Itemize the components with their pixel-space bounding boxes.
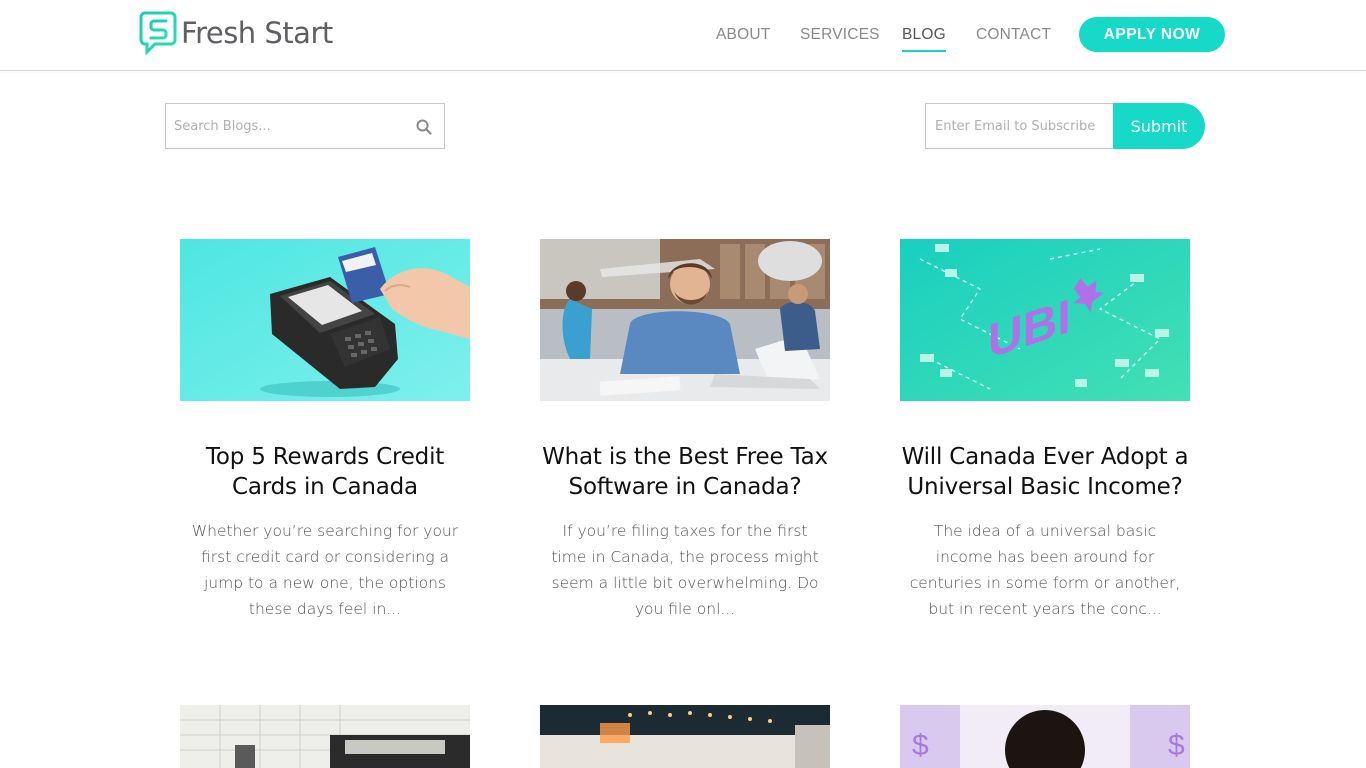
blog-card[interactable]: What is the Best Free Tax Software in Ca… <box>540 239 830 622</box>
dollar-bag-icon: $ <box>1168 729 1185 762</box>
blog-card-title[interactable]: What is the Best Free Tax Software in Ca… <box>540 442 830 502</box>
payment-terminal-image[interactable] <box>180 239 470 401</box>
woman-money-icons-image[interactable]: $ $ <box>900 705 1190 768</box>
blog-card-excerpt: The idea of a universal basic income has… <box>909 522 1181 618</box>
nav-about[interactable]: ABOUT <box>716 26 770 44</box>
ubi-illustration-image[interactable]: UBI <box>900 239 1190 401</box>
nav-contact[interactable]: CONTACT <box>976 26 1051 44</box>
site-header: Fresh Start ABOUT SERVICES BLOG CONTACT … <box>0 0 1366 71</box>
calendar-calculator-image[interactable] <box>180 705 470 768</box>
search-box <box>165 103 445 149</box>
dollar-bag-icon: $ <box>912 729 929 762</box>
search-icon[interactable] <box>416 119 432 135</box>
blog-card-excerpt: Whether you’re searching for your first … <box>191 522 459 618</box>
apply-now-button[interactable]: APPLY NOW <box>1079 17 1225 52</box>
blog-card[interactable]: UBI Will Canada Ever Adopt a Universal B… <box>900 239 1190 622</box>
blog-card-title[interactable]: Top 5 Rewards Credit Cards in Canada <box>180 442 470 502</box>
email-subscribe-input[interactable] <box>926 104 1113 148</box>
blog-card[interactable]: Top 5 Rewards Credit Cards in Canada Whe… <box>180 239 470 622</box>
blog-card-excerpt: If you’re filing taxes for the first tim… <box>551 522 819 618</box>
search-input[interactable] <box>166 104 406 148</box>
nav-services[interactable]: SERVICES <box>800 26 880 44</box>
subscribe-box <box>925 103 1114 149</box>
nav-blog[interactable]: BLOG <box>902 26 946 52</box>
blog-card-title[interactable]: Will Canada Ever Adopt a Universal Basic… <box>900 442 1190 502</box>
evening-patio-image[interactable] <box>540 705 830 768</box>
man-at-laptop-image[interactable] <box>540 239 830 401</box>
subscribe-submit-button[interactable]: Submit <box>1113 103 1205 149</box>
